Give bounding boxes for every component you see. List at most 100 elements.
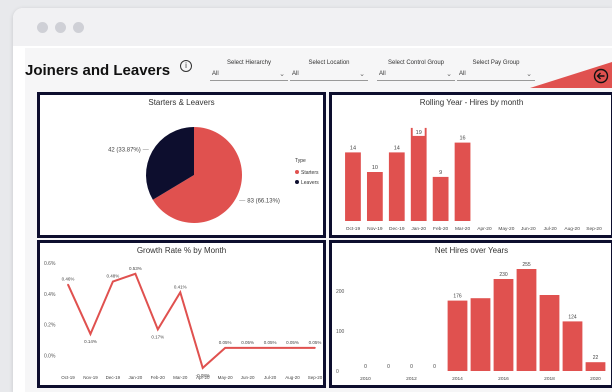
x-tick-label: Sep-20 [586, 226, 602, 232]
filter-location: Select Location All ⌄ [290, 60, 368, 81]
x-tick-label: Mar-20 [173, 375, 188, 380]
select-value: All [459, 71, 466, 77]
line-point [89, 333, 92, 335]
line-point [269, 347, 271, 349]
bar-data-label: 9 [439, 170, 442, 176]
y-tick-label: 0.6% [44, 261, 56, 267]
bar-data-label: 19 [416, 130, 422, 136]
y-tick-label: 0 [336, 369, 339, 375]
control-group-select[interactable]: All ⌄ [377, 69, 455, 81]
x-tick-label: Jan-20 [128, 375, 142, 380]
growth-rate-chart: 0.6% 0.4% 0.2% 0.0% 0.46% Oct-19 0.14% Nov-19 0.… [44, 261, 323, 380]
line-point [157, 328, 159, 331]
x-tick-label: Jan-20 [411, 226, 426, 232]
window-dot[interactable] [37, 22, 48, 33]
x-tick-label: Nov-19 [83, 375, 98, 380]
legend-marker [295, 180, 299, 184]
x-tick-label: Feb-20 [151, 375, 166, 380]
bar [410, 127, 427, 221]
filter-pay-group: Select Pay Group All ⌄ [457, 60, 535, 81]
bar-data-label: 0 [433, 364, 436, 370]
legend-label: Starters [301, 170, 319, 176]
y-tick-label: 0.0% [44, 354, 56, 360]
x-tick-label: Aug-20 [285, 375, 300, 380]
x-tick-label: Nov-19 [367, 226, 383, 232]
x-tick-label: 2018 [544, 376, 555, 382]
x-tick-label: Jul-20 [544, 226, 557, 232]
filter-label: Select Location [308, 60, 350, 66]
bar [585, 362, 606, 371]
y-tick-label: 0.2% [44, 323, 56, 329]
info-icon[interactable]: i [180, 60, 192, 72]
back-arrow-icon[interactable] [593, 68, 609, 84]
pie-data-label: 42 (33.87%) [108, 147, 141, 153]
x-tick-label: Jun-20 [521, 226, 536, 232]
window-dot[interactable] [55, 22, 66, 33]
starters-leavers-panel: Starters & Leavers Type 83 (66.13%) Start… [37, 92, 326, 238]
filter-control-group: Select Control Group All ⌄ [377, 60, 455, 81]
bar [539, 295, 560, 371]
bar-data-label: 0 [410, 364, 413, 370]
window-titlebar [13, 8, 612, 46]
dashboard-header: Joiners and Leavers i Select Hierarchy A… [25, 48, 612, 88]
hierarchy-select[interactable]: All ⌄ [210, 69, 288, 81]
select-value: All [379, 71, 386, 77]
bar [454, 142, 471, 221]
select-value: All [212, 71, 219, 77]
y-tick-label: 100 [336, 329, 345, 335]
bar-data-label: 14 [350, 145, 356, 151]
bar [447, 300, 468, 371]
chevron-down-icon: ⌄ [279, 71, 285, 78]
filter-hierarchy: Select Hierarchy All ⌄ [210, 60, 288, 81]
line-point [67, 283, 69, 286]
x-tick-label: 2014 [452, 376, 463, 382]
line-data-label: 0.53% [129, 266, 142, 271]
x-tick-label: Apr-20 [196, 375, 210, 380]
bar [562, 321, 583, 371]
line-point [291, 347, 294, 349]
bar [366, 172, 383, 221]
browser-window: Joiners and Leavers i Select Hierarchy A… [13, 8, 612, 392]
bar-data-label: 14 [394, 145, 400, 151]
line-data-label: 0.41% [174, 284, 187, 289]
bar-data-label: 0 [387, 364, 390, 370]
x-tick-label: Feb-20 [433, 226, 449, 232]
line-data-label: 0.05% [219, 340, 232, 345]
y-tick-label: 200 [336, 289, 345, 295]
pay-group-select[interactable]: All ⌄ [457, 69, 535, 81]
location-select[interactable]: All ⌄ [290, 69, 368, 81]
x-tick-label: May-20 [218, 375, 234, 380]
line-point [134, 273, 137, 275]
x-tick-label: 2012 [406, 376, 417, 382]
line-data-label: 0.05% [286, 340, 299, 345]
x-tick-label: Jun-20 [241, 375, 255, 380]
x-tick-label: 2020 [590, 376, 601, 382]
pie-data-label: 83 (66.13%) [247, 199, 280, 205]
line-data-label: 0.46% [62, 277, 75, 282]
x-tick-label: Oct-19 [346, 226, 361, 232]
y-tick-label: 0.4% [44, 292, 56, 298]
bar [432, 176, 449, 221]
dashboard: Joiners and Leavers i Select Hierarchy A… [25, 48, 612, 392]
bar [388, 152, 405, 221]
legend-label: Leavers [301, 180, 319, 186]
page-title: Joiners and Leavers [25, 62, 171, 79]
window-dot[interactable] [73, 22, 84, 33]
bar [470, 298, 491, 371]
bar [493, 279, 514, 371]
bar-data-label: 230 [499, 272, 508, 278]
filter-label: Select Hierarchy [226, 60, 271, 66]
x-tick-label: Dec-19 [389, 226, 405, 232]
bar [516, 269, 537, 371]
line-point [246, 347, 249, 349]
line-data-label: 0.05% [309, 340, 322, 345]
bar-data-label: 0 [364, 364, 367, 370]
bar [345, 152, 361, 221]
x-tick-label: Aug-20 [564, 226, 580, 232]
net-hires-panel: Net Hires over Years 200 100 0 0 2010 0 0 2012 0… [329, 240, 612, 388]
legend-marker [295, 170, 299, 174]
x-tick-label: May-20 [498, 226, 514, 232]
x-tick-label: Dec-19 [106, 375, 121, 380]
rolling-year-panel: Rolling Year - Hires by month 14 Oct-19 10… [329, 92, 612, 238]
growth-rate-panel: Growth Rate % by Month 0.6% 0.4% 0.2% 0.0% 0… [37, 240, 326, 388]
